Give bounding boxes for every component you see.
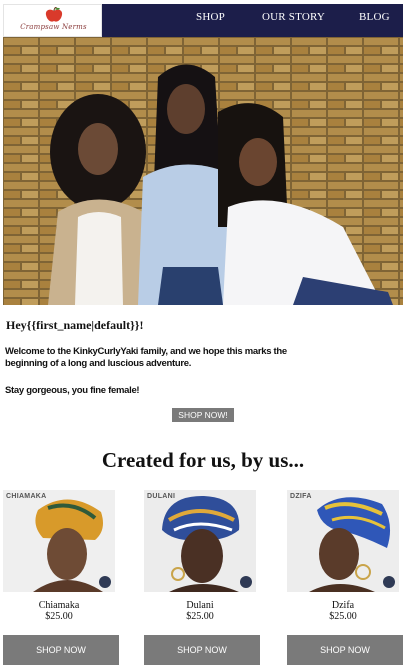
product-shop-now-button[interactable]: SHOP NOW <box>3 635 119 665</box>
product-image[interactable]: DULANI <box>144 490 256 592</box>
brand-name: Crampsaw Nerms <box>20 23 87 31</box>
nav-shop-link[interactable]: SHOP <box>196 11 225 23</box>
welcome-text: Welcome to the KinkyCurlyYaki family, an… <box>5 346 287 369</box>
product-price: $25.00 <box>45 611 73 622</box>
product-image-label: CHIAMAKA <box>6 493 47 500</box>
email-header: Crampsaw Nerms SHOP OUR STORY BLOG <box>0 0 406 38</box>
product-image[interactable]: DZIFA <box>287 490 399 592</box>
hero-image[interactable] <box>3 37 403 305</box>
greeting-text: Hey{{first_name|default}}! <box>6 318 144 332</box>
product-image[interactable]: CHIAMAKA <box>3 490 115 592</box>
product-price: $25.00 <box>186 611 214 622</box>
product-shop-now-button[interactable]: SHOP NOW <box>287 635 403 665</box>
product-image-label: DULANI <box>147 493 176 500</box>
product-shop-now-button[interactable]: SHOP NOW <box>144 635 260 665</box>
section-title: Created for us, by us... <box>101 448 305 472</box>
product-name: Chiamaka <box>38 600 80 611</box>
product-image-label: DZIFA <box>290 493 312 500</box>
main-nav: SHOP OUR STORY BLOG <box>102 4 403 37</box>
apple-logo-icon <box>45 7 63 22</box>
nav-blog-link[interactable]: BLOG <box>359 11 390 23</box>
closing-text: Stay gorgeous, you fine female! <box>5 385 140 396</box>
product-name: Dzifa <box>331 600 355 611</box>
nav-our-story-link[interactable]: OUR STORY <box>262 11 325 23</box>
shop-now-button[interactable]: SHOP NOW! <box>172 408 234 422</box>
product-price: $25.00 <box>329 611 357 622</box>
brand-logo[interactable]: Crampsaw Nerms <box>3 4 102 37</box>
product-name: Dulani <box>186 600 214 611</box>
